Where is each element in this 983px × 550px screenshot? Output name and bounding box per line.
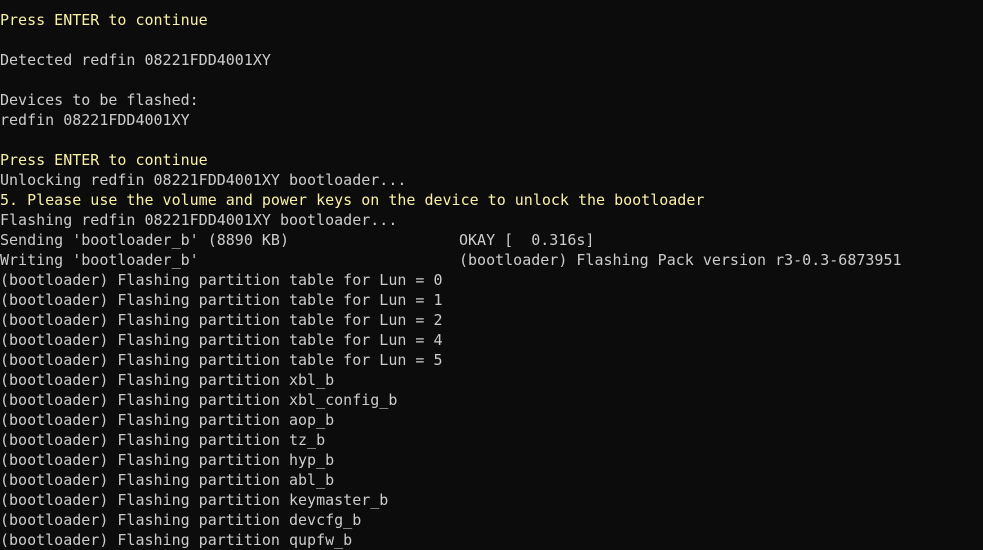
terminal-line-text: (bootloader) Flashing partition hyp_b xyxy=(0,451,335,469)
terminal-line: 5. Please use the volume and power keys … xyxy=(0,190,983,210)
terminal-line-text: (bootloader) Flashing partition table fo… xyxy=(0,311,443,329)
terminal-line-text: (bootloader) Flashing partition xbl_conf… xyxy=(0,391,398,409)
terminal-output[interactable]: Press ENTER to continue Detected redfin 0… xyxy=(0,10,983,550)
terminal-line-text: Press ENTER to continue xyxy=(0,151,208,169)
terminal-line: (bootloader) Flashing partition tz_b xyxy=(0,430,983,450)
terminal-line: (bootloader) Flashing partition table fo… xyxy=(0,350,983,370)
terminal-line-text: 5. Please use the volume and power keys … xyxy=(0,191,705,209)
terminal-line-status: (bootloader) Flashing Pack version r3-0.… xyxy=(459,251,902,269)
terminal-line-text: (bootloader) Flashing partition table fo… xyxy=(0,291,443,309)
terminal-line: (bootloader) Flashing partition abl_b xyxy=(0,470,983,490)
terminal-line: (bootloader) Flashing partition table fo… xyxy=(0,330,983,350)
terminal-line: Writing 'bootloader_b' (bootloader) Flash… xyxy=(0,250,983,270)
terminal-line-text: Devices to be flashed: xyxy=(0,91,199,109)
terminal-line: (bootloader) Flashing partition devcfg_b xyxy=(0,510,983,530)
terminal-line: Devices to be flashed: xyxy=(0,90,983,110)
terminal-line: Unlocking redfin 08221FDD4001XY bootload… xyxy=(0,170,983,190)
terminal-line: (bootloader) Flashing partition qupfw_b xyxy=(0,530,983,550)
terminal-line-text: (bootloader) Flashing partition xbl_b xyxy=(0,371,335,389)
terminal-line-text: Sending 'bootloader_b' (8890 KB) xyxy=(0,231,289,249)
terminal-line: (bootloader) Flashing partition table fo… xyxy=(0,270,983,290)
terminal-line: Sending 'bootloader_b' (8890 KB) OKAY [ 0… xyxy=(0,230,983,250)
terminal-line-text: (bootloader) Flashing partition table fo… xyxy=(0,331,443,349)
terminal-line-text: Writing 'bootloader_b' xyxy=(0,251,199,269)
terminal-line: (bootloader) Flashing partition aop_b xyxy=(0,410,983,430)
terminal-line: (bootloader) Flashing partition table fo… xyxy=(0,310,983,330)
terminal-line: Press ENTER to continue xyxy=(0,10,983,30)
terminal-line: redfin 08221FDD4001XY xyxy=(0,110,983,130)
terminal-line: (bootloader) Flashing partition xbl_b xyxy=(0,370,983,390)
terminal-line-text: redfin 08221FDD4001XY xyxy=(0,111,190,129)
terminal-line: Press ENTER to continue xyxy=(0,150,983,170)
terminal-line: Detected redfin 08221FDD4001XY xyxy=(0,50,983,70)
terminal-line: (bootloader) Flashing partition hyp_b xyxy=(0,450,983,470)
terminal-line-text: (bootloader) Flashing partition aop_b xyxy=(0,411,335,429)
terminal-line-text: (bootloader) Flashing partition tz_b xyxy=(0,431,326,449)
terminal-line-text: Unlocking redfin 08221FDD4001XY bootload… xyxy=(0,171,407,189)
terminal-line-text: (bootloader) Flashing partition abl_b xyxy=(0,471,335,489)
terminal-line-status: OKAY [ 0.316s] xyxy=(459,231,595,249)
terminal-line: Flashing redfin 08221FDD4001XY bootloade… xyxy=(0,210,983,230)
terminal-line-text: Press ENTER to continue xyxy=(0,11,208,29)
terminal-line-text: (bootloader) Flashing partition devcfg_b xyxy=(0,511,362,529)
terminal-line: (bootloader) Flashing partition xbl_conf… xyxy=(0,390,983,410)
terminal-line: (bootloader) Flashing partition keymaste… xyxy=(0,490,983,510)
terminal-line-text: (bootloader) Flashing partition table fo… xyxy=(0,351,443,369)
terminal-line-text: (bootloader) Flashing partition keymaste… xyxy=(0,491,389,509)
terminal-line-text: (bootloader) Flashing partition qupfw_b xyxy=(0,531,353,549)
terminal-line-text: (bootloader) Flashing partition table fo… xyxy=(0,271,443,289)
terminal-line-text: Flashing redfin 08221FDD4001XY bootloade… xyxy=(0,211,398,229)
terminal-line: (bootloader) Flashing partition table fo… xyxy=(0,290,983,310)
terminal-line-text: Detected redfin 08221FDD4001XY xyxy=(0,51,271,69)
